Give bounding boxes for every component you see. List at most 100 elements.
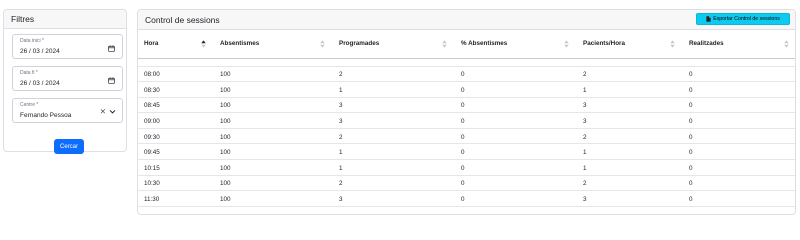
cell-absentismes: 100 (214, 112, 333, 129)
sort-icon[interactable] (442, 40, 447, 48)
table-row[interactable]: 10:30 100 2 0 2 0 (138, 175, 795, 192)
sort-icon[interactable] (670, 40, 675, 48)
cell-percent-absentismes: 0 (455, 81, 577, 98)
table-row[interactable]: 09:45 100 1 0 1 0 (138, 143, 795, 161)
cell-programades: 2 (333, 66, 455, 83)
cell-realitzades: 0 (683, 190, 795, 207)
cell-percent-absentismes: 0 (455, 112, 577, 129)
export-button-label: Exportar Control de sessions (713, 16, 780, 22)
table-row[interactable]: 08:00 100 2 0 2 0 (138, 66, 795, 83)
sort-icon[interactable] (564, 40, 569, 48)
sort-icon[interactable] (320, 40, 325, 48)
cell-hora: 08:00 (138, 66, 214, 83)
table-row[interactable]: 10:15 100 1 0 1 0 (138, 159, 795, 176)
centre-label: Centre * (20, 102, 39, 108)
table-spacer-row (138, 58, 795, 67)
export-button[interactable]: Exportar Control de sessions (696, 13, 790, 25)
file-icon (706, 16, 711, 22)
search-button[interactable]: Cercar (54, 139, 84, 154)
sort-icon[interactable] (784, 40, 789, 48)
table-row[interactable]: 08:45 100 3 0 3 0 (138, 97, 795, 114)
sort-ascending-icon[interactable] (201, 40, 206, 48)
cell-programades: 3 (333, 190, 455, 207)
cell-realitzades: 0 (683, 175, 795, 192)
cell-hora: 10:15 (138, 159, 214, 176)
cell-programades: 3 (333, 112, 455, 129)
cell-pacients-hora: 1 (577, 81, 683, 98)
filters-title: Filtres (4, 10, 126, 29)
cell-pacients-hora: 1 (577, 143, 683, 161)
cell-hora: 11:30 (138, 190, 214, 207)
cell-hora: 09:00 (138, 112, 214, 129)
start-date-label: Data inici * (20, 38, 44, 44)
cell-pacients-hora: 2 (577, 128, 683, 145)
column-header-programades[interactable]: Programades (333, 30, 455, 59)
cell-programades: 1 (333, 143, 455, 161)
cell-realitzades: 0 (683, 143, 795, 161)
cell-programades: 2 (333, 175, 455, 192)
end-date-field[interactable]: Data fi * 26 / 03 / 2024 (12, 66, 123, 91)
column-header-absentismes[interactable]: Absentismes (214, 30, 333, 59)
chevron-down-icon[interactable] (109, 108, 116, 115)
end-date-value[interactable]: 26 / 03 / 2024 (20, 80, 60, 87)
cell-percent-absentismes: 0 (455, 143, 577, 161)
cell-pacients-hora: 2 (577, 175, 683, 192)
cell-realitzades: 0 (683, 66, 795, 83)
cell-realitzades: 0 (683, 128, 795, 145)
sessions-header: Control de sessions Exportar Control de … (138, 10, 795, 30)
cell-pacients-hora: 3 (577, 112, 683, 129)
column-header-hora[interactable]: Hora (138, 30, 214, 59)
cell-realitzades: 0 (683, 97, 795, 114)
cell-programades: 1 (333, 81, 455, 98)
cell-programades: 2 (333, 128, 455, 145)
cell-absentismes: 100 (214, 143, 333, 161)
calendar-icon[interactable] (108, 45, 115, 52)
cell-hora: 09:45 (138, 143, 214, 161)
column-header-percent-absentismes[interactable]: % Absentismes (455, 30, 577, 59)
cell-absentismes: 100 (214, 81, 333, 98)
cell-hora: 09:30 (138, 128, 214, 145)
cell-absentismes: 100 (214, 159, 333, 176)
cell-percent-absentismes: 0 (455, 66, 577, 83)
table-row[interactable]: 11:30 100 3 0 3 0 (138, 190, 795, 207)
centre-select[interactable]: Centre * Fernando Pessoa ✕ (12, 98, 123, 123)
cell-programades: 1 (333, 159, 455, 176)
column-header-realitzades[interactable]: Realitzades (683, 30, 795, 59)
clear-icon[interactable]: ✕ (100, 108, 106, 116)
cell-realitzades: 0 (683, 159, 795, 176)
table-row[interactable]: 08:30 100 1 0 1 0 (138, 81, 795, 98)
start-date-field[interactable]: Data inici * 26 / 03 / 2024 (12, 34, 123, 59)
calendar-icon[interactable] (108, 77, 115, 84)
end-date-label: Data fi * (20, 70, 38, 76)
cell-absentismes: 100 (214, 190, 333, 207)
cell-absentismes: 100 (214, 175, 333, 192)
cell-pacients-hora: 3 (577, 190, 683, 207)
cell-realitzades: 0 (683, 112, 795, 129)
cell-hora: 08:45 (138, 97, 214, 114)
column-header-pacients-hora[interactable]: Pacients/Hora (577, 30, 683, 59)
cell-pacients-hora: 2 (577, 66, 683, 83)
cell-programades: 3 (333, 97, 455, 114)
cell-hora: 10:30 (138, 175, 214, 192)
cell-percent-absentismes: 0 (455, 159, 577, 176)
table-row[interactable]: 09:00 100 3 0 3 0 (138, 112, 795, 129)
cell-percent-absentismes: 0 (455, 97, 577, 114)
page-title: Control de sessions (145, 15, 220, 25)
table-header-row: Hora Absentismes Programades % Absentism… (138, 30, 795, 59)
cell-absentismes: 100 (214, 128, 333, 145)
cell-percent-absentismes: 0 (455, 175, 577, 192)
cell-pacients-hora: 3 (577, 97, 683, 114)
cell-percent-absentismes: 0 (455, 190, 577, 207)
centre-value[interactable]: Fernando Pessoa (20, 112, 71, 119)
sessions-table: Hora Absentismes Programades % Absentism… (138, 30, 795, 207)
filters-panel: Filtres Data inici * 26 / 03 / 2024 Data… (3, 9, 127, 154)
cell-hora: 08:30 (138, 81, 214, 98)
cell-pacients-hora: 1 (577, 159, 683, 176)
sessions-panel: Control de sessions Exportar Control de … (137, 9, 796, 215)
table-row[interactable]: 09:30 100 2 0 2 0 (138, 128, 795, 145)
cell-absentismes: 100 (214, 66, 333, 83)
start-date-value[interactable]: 26 / 03 / 2024 (20, 48, 60, 55)
cell-realitzades: 0 (683, 81, 795, 98)
cell-absentismes: 100 (214, 97, 333, 114)
cell-percent-absentismes: 0 (455, 128, 577, 145)
